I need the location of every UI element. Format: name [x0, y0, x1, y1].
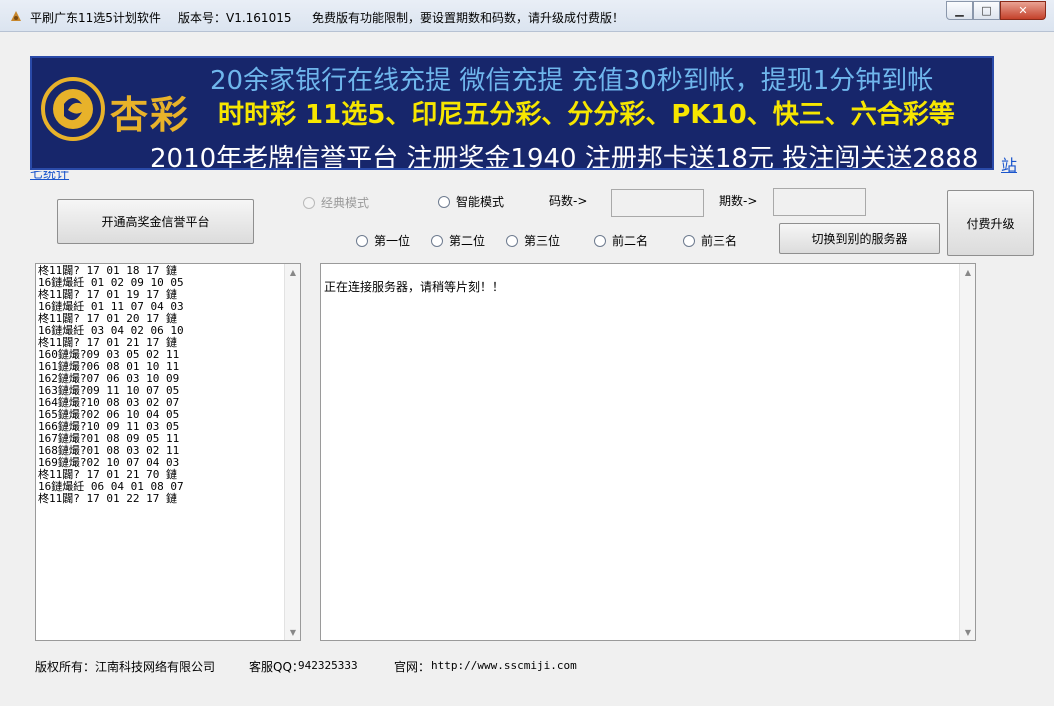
scroll-up-icon[interactable]: ▲ — [285, 264, 301, 280]
periods-input[interactable] — [773, 188, 866, 216]
maximize-button[interactable]: □ — [973, 1, 1000, 20]
title-bar: 平刷广东11选5计划软件 版本号：V1.161015 免费版有功能限制，要设置期… — [0, 0, 1054, 32]
codes-label: 码数-> — [549, 194, 588, 208]
stats-link[interactable]: 七统计 — [30, 171, 90, 181]
status-text: 正在连接服务器，请稍等片刻！！ — [324, 280, 505, 294]
scroll-up-icon[interactable]: ▲ — [960, 264, 976, 280]
minimize-button[interactable]: ▁ — [946, 1, 973, 20]
close-button[interactable]: ✕ — [1000, 1, 1046, 20]
output-scrollbar[interactable]: ▲ ▼ — [959, 264, 975, 640]
history-list: 柊11闢? 17 01 18 17 鏈 16鏈熶紝 01 02 09 10 05 柊… — [38, 265, 284, 640]
position-radio-2[interactable]: 第二位 — [431, 232, 485, 249]
position-radio-1[interactable]: 第一位 — [356, 232, 410, 249]
scroll-down-icon[interactable]: ▼ — [285, 624, 301, 640]
switch-server-button[interactable]: 切换到别的服务器 — [779, 223, 940, 254]
codes-input[interactable] — [611, 189, 704, 217]
position-radio-front3[interactable]: 前三名 — [683, 232, 737, 249]
ad-banner[interactable]: 杏彩 20余家银行在线充提 微信充提 充值30秒到帐，提现1分钟到帐 时时彩 1… — [30, 56, 994, 170]
history-textarea[interactable]: 柊11闢? 17 01 18 17 鏈 16鏈熶紝 01 02 09 10 05 柊… — [35, 263, 301, 641]
smart-mode-radio[interactable]: 智能模式 — [438, 193, 504, 210]
site-label: 官网： — [394, 660, 431, 674]
position-radio-3[interactable]: 第三位 — [506, 232, 560, 249]
window-title: 平刷广东11选5计划软件 — [30, 11, 161, 25]
scroll-down-icon[interactable]: ▼ — [960, 624, 976, 640]
output-textarea[interactable]: 正在连接服务器，请稍等片刻！！ ▲ ▼ — [320, 263, 976, 641]
open-platform-button[interactable]: 开通高奖金信誉平台 — [57, 199, 254, 244]
site-url[interactable]: http://www.sscmiji.com — [431, 659, 577, 672]
site-link[interactable]: 站 — [1001, 152, 1017, 176]
brand-logo-icon — [41, 77, 105, 141]
position-radio-front2[interactable]: 前二名 — [594, 232, 648, 249]
banner-line-2: 时时彩 11选5、印尼五分彩、分分彩、PK10、快三、六合彩等 — [218, 100, 955, 130]
notice-text: 免费版有功能限制，要设置期数和码数，请升级成付费版！ — [312, 11, 625, 25]
copyright-text: 版权所有：江南科技网络有限公司 — [35, 660, 216, 674]
banner-line-3: 2010年老牌信誉平台 注册奖金1940 注册邦卡送18元 投注闯关送2888 — [150, 144, 979, 170]
qq-label: 客服QQ： — [249, 660, 304, 674]
history-scrollbar[interactable]: ▲ ▼ — [284, 264, 300, 640]
list-item: 柊11闢? 17 01 22 17 鏈 — [38, 492, 177, 505]
banner-line-1: 20余家银行在线充提 微信充提 充值30秒到帐，提现1分钟到帐 — [210, 66, 934, 96]
app-icon — [11, 11, 21, 21]
qq-number: 942325333 — [298, 659, 358, 672]
periods-label: 期数-> — [719, 194, 758, 208]
brand-name: 杏彩 — [110, 92, 191, 137]
classic-mode-radio[interactable]: 经典模式 — [303, 194, 369, 211]
version-label: 版本号：V1.161015 — [178, 11, 292, 25]
upgrade-button[interactable]: 付费升级 — [947, 190, 1034, 256]
